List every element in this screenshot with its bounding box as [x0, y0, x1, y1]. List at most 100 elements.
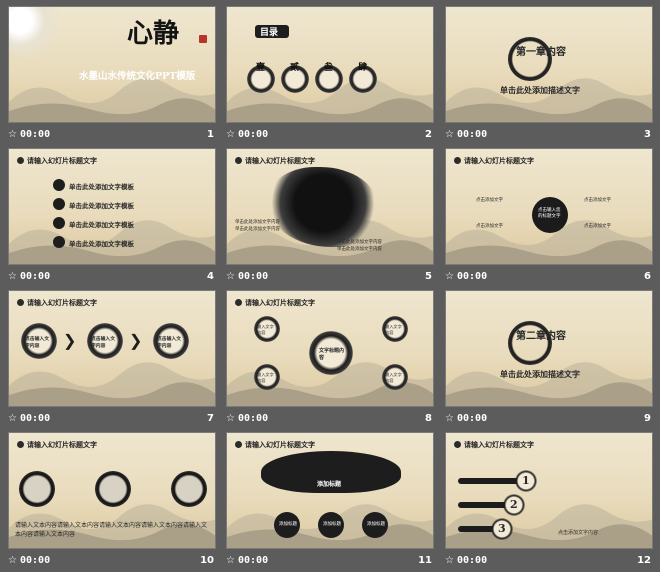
slide-thumbnail-1[interactable]: 心静 水墨山水传统文化PPT模版 ☆ 00:00 1	[8, 6, 216, 146]
slide-title: 请输入幻灯片标题文字	[245, 298, 315, 307]
node-text: 添加标题	[367, 522, 385, 527]
slide-sorter-grid: 心静 水墨山水传统文化PPT模版 ☆ 00:00 1 目录壹贰叁肆 ☆ 00:00 2 第一章内容…	[0, 0, 660, 570]
transition-star-icon[interactable]: ☆	[445, 127, 455, 143]
chevron-right-icon: ❯	[63, 331, 77, 350]
slide-thumbnail-6[interactable]: 请输入幻灯片标题文字 点击输入您的标题文字 点击添加文字 点击添加文字 点击添加文字 点击…	[445, 148, 653, 288]
slide-number: 1	[207, 129, 214, 140]
slide-thumbnail-7[interactable]: 请输入幻灯片标题文字 点击输入文字内容 ❯ 点击输入文字内容 ❯ 点击输入文字内容 ☆ 00:…	[8, 290, 216, 430]
slide-thumbnail-9[interactable]: 第二章内容 单击此处添加描述文字 ☆ 00:00 9	[445, 290, 653, 430]
caption: 点击添加文字内容	[558, 530, 599, 536]
transition-star-icon[interactable]: ☆	[226, 553, 236, 569]
transition-star-icon[interactable]: ☆	[8, 127, 18, 143]
slide-number: 5	[425, 271, 432, 282]
slide-title: 请输入幻灯片标题文字	[27, 156, 97, 165]
node-text: 输入文字内容	[257, 372, 274, 383]
slide-duration: 00:00	[457, 129, 488, 140]
slide-preview[interactable]: 请输入幻灯片标题文字 文字标题内容 输入文字内容 输入文字内容 输入文字内容 输入文字内容	[226, 290, 434, 407]
subtitle: 水墨山水传统文化PPT模版	[79, 71, 196, 82]
list-item: 单击此处添加文字模板	[69, 240, 134, 248]
map-caption: 单击此处添加文字内容	[337, 240, 382, 245]
step-text: 点击输入文字内容	[25, 336, 49, 349]
map-caption: 单击此处添加文字内容	[235, 227, 280, 232]
list-number-icon	[53, 198, 65, 210]
slide-meta: ☆ 00:00 9	[445, 411, 653, 427]
slide-title: 请输入幻灯片标题文字	[27, 298, 97, 307]
photo-ink-circle	[171, 471, 207, 507]
slide-duration: 00:00	[238, 271, 269, 282]
transition-star-icon[interactable]: ☆	[8, 553, 18, 569]
slide-duration: 00:00	[238, 413, 269, 424]
list-item: 单击此处添加文字模板	[69, 183, 134, 191]
slide-meta: ☆ 00:00 10	[8, 553, 216, 569]
slide-thumbnail-2[interactable]: 目录壹 贰 叁 肆 ☆ 00:00 2	[226, 6, 434, 146]
transition-star-icon[interactable]: ☆	[445, 269, 455, 285]
slide-meta: ☆ 00:00 4	[8, 269, 216, 285]
slide-number: 3	[644, 129, 651, 140]
slide-thumbnail-11[interactable]: 请输入幻灯片标题文字 添加标题 添加标题 添加标题 添加标题 ☆ 00:00 11	[226, 432, 434, 572]
slide-preview[interactable]: 目录壹 贰 叁 肆	[226, 6, 434, 123]
title-bullet-icon	[17, 299, 24, 306]
node-text: 添加标题	[279, 522, 297, 527]
map-caption: 单击此处添加文字内容	[235, 220, 280, 225]
slide-thumbnail-5[interactable]: 请输入幻灯片标题文字 单击此处添加文字内容 单击此处添加文字内容 单击此处添加文字内容…	[226, 148, 434, 288]
slide-thumbnail-8[interactable]: 请输入幻灯片标题文字 文字标题内容 输入文字内容 输入文字内容 输入文字内容 输入文字内容…	[226, 290, 434, 430]
slide-number: 8	[425, 413, 432, 424]
slide-meta: ☆ 00:00 8	[226, 411, 434, 427]
transition-star-icon[interactable]: ☆	[8, 411, 18, 427]
title-calligraphy: 心静	[127, 19, 180, 49]
slide-thumbnail-4[interactable]: 请输入幻灯片标题文字单击此处添加文字模板 单击此处添加文字模板 单击此处添加文字模板…	[8, 148, 216, 288]
node-text: 输入文字内容	[385, 324, 402, 335]
slide-title: 请输入幻灯片标题文字	[464, 156, 534, 165]
node-text: 输入文字内容	[385, 372, 402, 383]
transition-star-icon[interactable]: ☆	[226, 411, 236, 427]
photo-ink-circle	[19, 471, 55, 507]
side-note: 点击添加文字	[476, 224, 503, 229]
slide-title: 请输入幻灯片标题文字	[245, 156, 315, 165]
slide-thumbnail-3[interactable]: 第一章内容 单击此处添加描述文字 ☆ 00:00 3	[445, 6, 653, 146]
slide-number: 4	[207, 271, 214, 282]
title-bullet-icon	[454, 157, 461, 164]
center-text: 文字标题内容	[319, 348, 345, 361]
slide-preview[interactable]: 请输入幻灯片标题文字 点击输入您的标题文字 点击添加文字 点击添加文字 点击添加文字 点击…	[445, 148, 653, 265]
slide-preview[interactable]: 请输入幻灯片标题文字单击此处添加文字模板 单击此处添加文字模板 单击此处添加文字模板…	[8, 148, 216, 265]
slide-meta: ☆ 00:00 12	[445, 553, 653, 569]
transition-star-icon[interactable]: ☆	[445, 411, 455, 427]
title-bullet-icon	[235, 441, 242, 448]
slide-number: 9	[644, 413, 651, 424]
slide-duration: 00:00	[457, 413, 488, 424]
slide-title: 请输入幻灯片标题文字	[245, 440, 315, 449]
body-text: 请输入文本内容请输入文本内容请输入文本内容请输入文本内容请输入文本内容请输入文本…	[15, 522, 208, 538]
slide-preview[interactable]: 请输入幻灯片标题文字 添加标题 添加标题 添加标题 添加标题	[226, 432, 434, 549]
slide-preview[interactable]: 心静水墨山水传统文化PPT模版	[8, 6, 216, 123]
slide-thumbnail-12[interactable]: 请输入幻灯片标题文字 1 2 3 点击添加文字内容 ☆ 00:00 12	[445, 432, 653, 572]
slide-preview[interactable]: 请输入幻灯片标题文字 请输入文本内容请输入文本内容请输入文本内容请输入文本内容请输…	[8, 432, 216, 549]
side-note: 点击添加文字	[584, 198, 611, 203]
slide-preview[interactable]: 第二章内容 单击此处添加描述文字	[445, 290, 653, 407]
slide-duration: 00:00	[238, 129, 269, 140]
toc-label: 目录	[260, 28, 279, 38]
slide-meta: ☆ 00:00 11	[226, 553, 434, 569]
photo-ink-circle	[95, 471, 131, 507]
slide-thumbnail-10[interactable]: 请输入幻灯片标题文字 请输入文本内容请输入文本内容请输入文本内容请输入文本内容请输…	[8, 432, 216, 572]
slide-number: 6	[644, 271, 651, 282]
list-number-icon	[53, 217, 65, 229]
transition-star-icon[interactable]: ☆	[226, 127, 236, 143]
transition-star-icon[interactable]: ☆	[8, 269, 18, 285]
slide-number: 7	[207, 413, 214, 424]
title-bullet-icon	[17, 441, 24, 448]
list-item: 单击此处添加文字模板	[69, 202, 134, 210]
title-bullet-icon	[235, 157, 242, 164]
slide-preview[interactable]: 请输入幻灯片标题文字 点击输入文字内容 ❯ 点击输入文字内容 ❯ 点击输入文字内容	[8, 290, 216, 407]
slide-preview[interactable]: 请输入幻灯片标题文字 单击此处添加文字内容 单击此处添加文字内容 单击此处添加文字内容…	[226, 148, 434, 265]
slide-preview[interactable]: 第一章内容 单击此处添加描述文字	[445, 6, 653, 123]
slide-meta: ☆ 00:00 6	[445, 269, 653, 285]
center-text: 点击输入您的标题文字	[538, 208, 561, 219]
slide-duration: 00:00	[457, 271, 488, 282]
chapter-heading: 第二章内容	[516, 331, 566, 342]
center-text: 添加标题	[317, 481, 342, 488]
slide-preview[interactable]: 请输入幻灯片标题文字 1 2 3 点击添加文字内容	[445, 432, 653, 549]
transition-star-icon[interactable]: ☆	[226, 269, 236, 285]
toc-item: 肆	[358, 63, 368, 73]
transition-star-icon[interactable]: ☆	[445, 553, 455, 569]
node-text: 输入文字内容	[257, 324, 274, 335]
